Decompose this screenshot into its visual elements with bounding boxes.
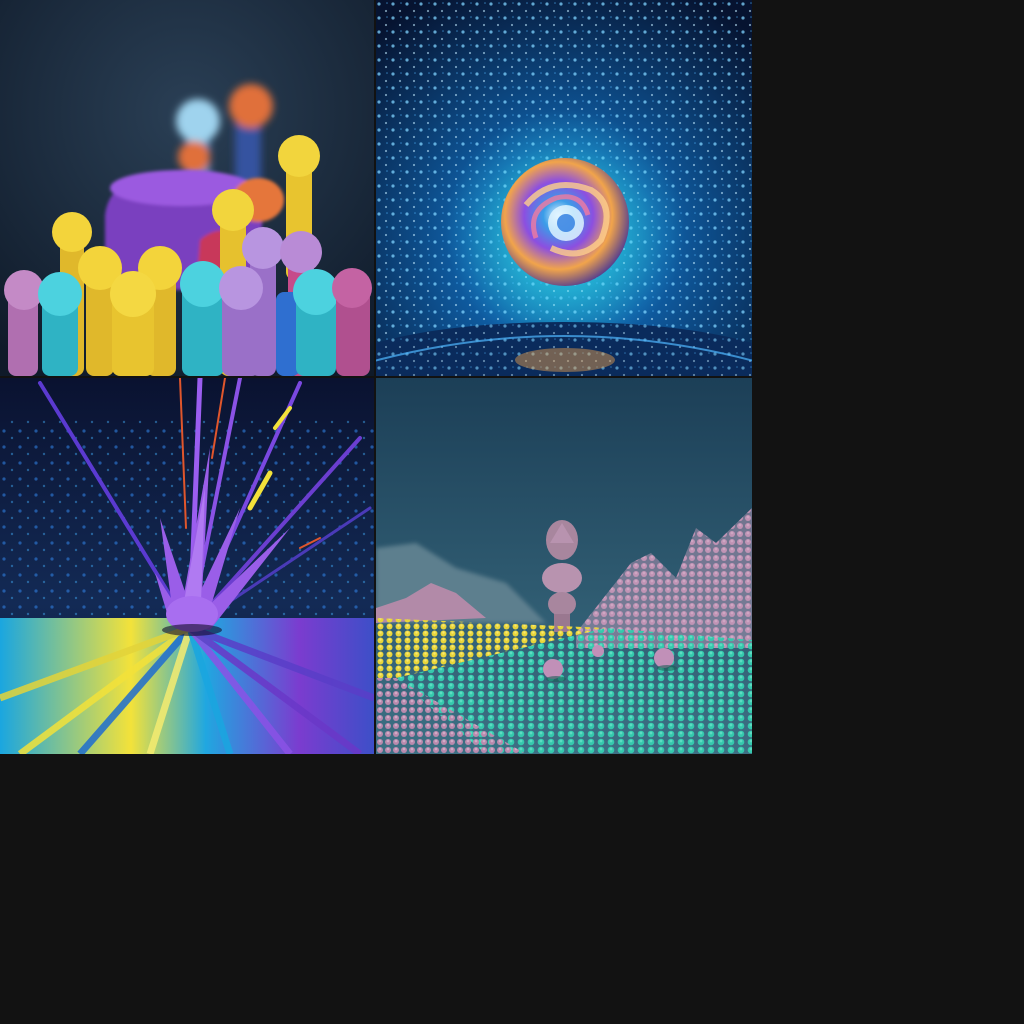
swirl-sphere-illustration (376, 0, 752, 376)
image-tile-clay-pegs[interactable] (0, 0, 374, 376)
image-grid (0, 0, 752, 754)
clay-pegs-illustration (0, 0, 374, 376)
spiky-burst-illustration (0, 378, 374, 754)
clay-landscape-illustration (376, 378, 752, 754)
image-tile-clay-landscape[interactable] (376, 378, 752, 754)
image-tile-swirl-sphere[interactable] (376, 0, 752, 376)
image-tile-spiky-burst[interactable] (0, 378, 374, 754)
